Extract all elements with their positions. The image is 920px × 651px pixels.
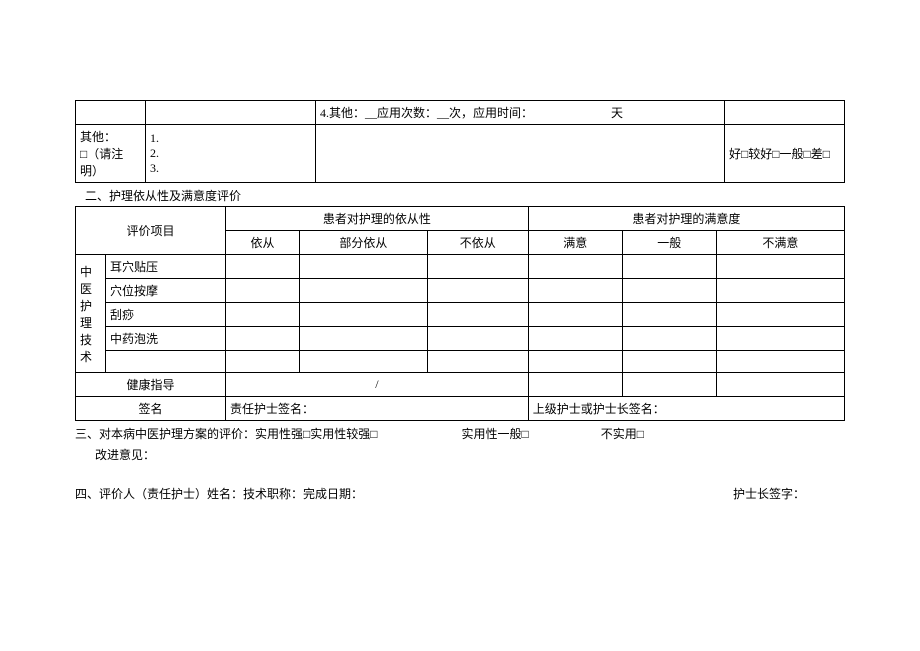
health-guidance-slash: / [226,373,529,397]
cell [622,303,716,327]
cell [300,255,428,279]
t1-r2c4: 好□较好□一般□差□ [725,125,845,183]
t1-r2c1-l1: 其他： [80,128,141,145]
t1-r1c2 [146,101,316,125]
cell [300,327,428,351]
tech-item-3: 中药泡洗 [106,327,226,351]
cell [716,351,844,373]
t1-r2c2-l2: 2. [150,146,311,161]
cell [427,351,528,373]
cell [226,255,300,279]
table-evaluation: 评价项目 患者对护理的依从性 患者对护理的满意度 依从 部分依从 不依从 满意 … [75,206,845,421]
t1-r1c3: 4.其他：__应用次数：__次，应用时间： 天 [316,101,725,125]
satisfaction-sub-0: 满意 [528,231,622,255]
cell [528,303,622,327]
cell [427,303,528,327]
t1-r2c2-l1: 1. [150,131,311,146]
cell [427,279,528,303]
cell [226,279,300,303]
cell [622,373,716,397]
compliance-sub-0: 依从 [226,231,300,255]
cell [716,255,844,279]
section4-left: 四、评价人（责任护士）姓名：技术职称：完成日期： [75,485,733,502]
cell [622,351,716,373]
t1-r2c2: 1. 2. 3. [146,125,316,183]
tech-item-1: 穴位按摩 [106,279,226,303]
section4-right: 护士长签字： [733,485,845,502]
health-guidance-label: 健康指导 [76,373,226,397]
eval-item-header: 评价项目 [76,207,226,255]
cell [622,279,716,303]
cell [300,279,428,303]
satisfaction-header: 患者对护理的满意度 [528,207,844,231]
table-top: 4.其他：__应用次数：__次，应用时间： 天 其他： □（请注明） 1. 2.… [75,100,845,183]
compliance-sub-2: 不依从 [427,231,528,255]
cell [528,255,622,279]
section4: 四、评价人（责任护士）姓名：技术职称：完成日期： 护士长签字： [75,465,845,502]
section3-line2: 改进意见： [75,444,845,465]
t1-r2c3 [316,125,725,183]
t1-r2c1-l2: □（请注明） [80,145,141,179]
compliance-header: 患者对护理的依从性 [226,207,529,231]
senior-nurse-sign: 上级护士或护士长签名： [528,397,844,421]
cell [716,373,844,397]
tcm-tech-label: 中医护理技术 [76,255,106,373]
cell [622,327,716,351]
cell [427,255,528,279]
cell [226,327,300,351]
section2-heading: 二、护理依从性及满意度评价 [75,183,845,206]
compliance-sub-1: 部分依从 [300,231,428,255]
cell [427,327,528,351]
tech-item-0: 耳穴贴压 [106,255,226,279]
section3-line1: 三、对本病中医护理方案的评价：实用性强□实用性较强□ 实用性一般□ 不实用□ [75,421,845,444]
cell [528,279,622,303]
cell [300,351,428,373]
satisfaction-sub-2: 不满意 [716,231,844,255]
cell [226,303,300,327]
t1-r2c1: 其他： □（请注明） [76,125,146,183]
tech-item-2: 刮痧 [106,303,226,327]
t1-r1c1 [76,101,146,125]
cell [226,351,300,373]
cell [528,373,622,397]
cell [528,351,622,373]
cell [716,279,844,303]
cell [528,327,622,351]
satisfaction-sub-1: 一般 [622,231,716,255]
cell [300,303,428,327]
t1-r2c2-l3: 3. [150,161,311,176]
resp-nurse-sign: 责任护士签名： [226,397,529,421]
t1-r1c4 [725,101,845,125]
cell [716,303,844,327]
tech-blank-row [106,351,226,373]
signature-label: 签名 [76,397,226,421]
cell [622,255,716,279]
cell [716,327,844,351]
